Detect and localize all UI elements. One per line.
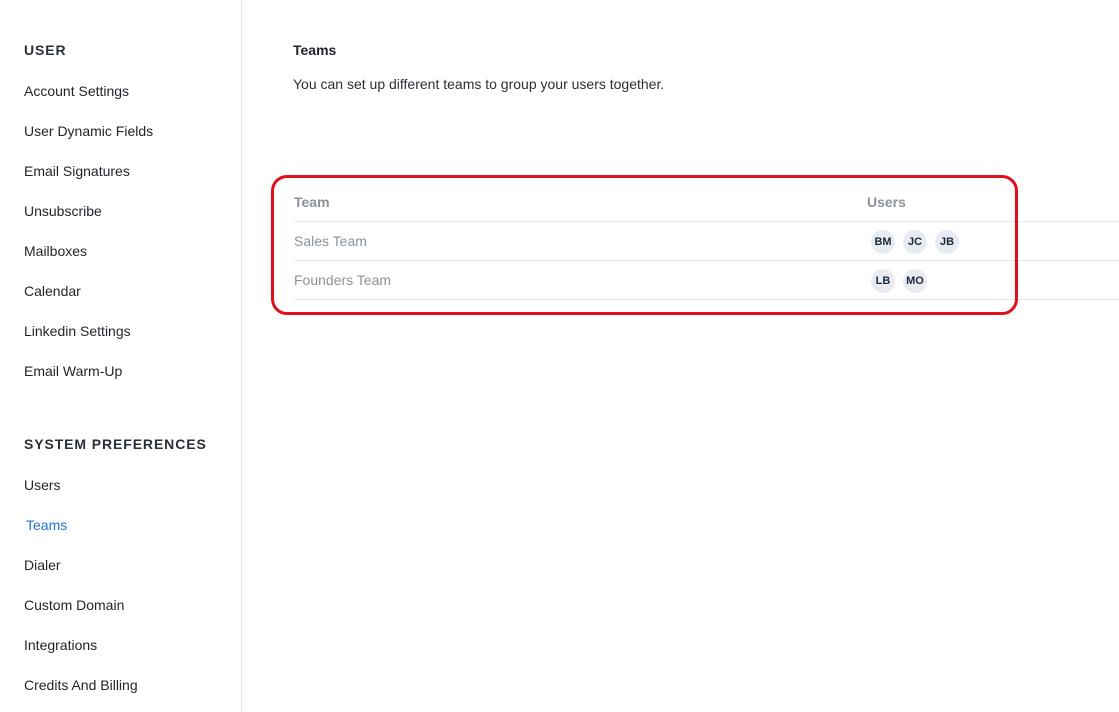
- sidebar-item-account-settings[interactable]: Account Settings: [24, 83, 129, 99]
- sidebar-item-credits-and-billing[interactable]: Credits And Billing: [24, 677, 138, 693]
- avatar[interactable]: LB: [871, 269, 895, 293]
- team-name[interactable]: Founders Team: [294, 272, 391, 288]
- sidebar-item-linkedin-settings[interactable]: Linkedin Settings: [24, 323, 131, 339]
- user-section-title: USER: [24, 42, 67, 58]
- teams-table: Team Users Sales Team BM JC JB Founders …: [294, 183, 1119, 300]
- sidebar-item-dialer[interactable]: Dialer: [24, 557, 61, 573]
- avatar[interactable]: MO: [903, 269, 927, 293]
- team-name[interactable]: Sales Team: [294, 233, 367, 249]
- table-row[interactable]: Sales Team BM JC JB: [294, 222, 1119, 261]
- table-header: Team Users: [294, 183, 1119, 222]
- sidebar-item-user-dynamic-fields[interactable]: User Dynamic Fields: [24, 123, 153, 139]
- avatar[interactable]: JC: [903, 230, 927, 254]
- team-users: BM JC JB: [871, 230, 959, 254]
- page-description: You can set up different teams to group …: [293, 76, 665, 92]
- app: USER Account Settings User Dynamic Field…: [0, 0, 1119, 712]
- sidebar-item-mailboxes[interactable]: Mailboxes: [24, 243, 87, 259]
- table-row[interactable]: Founders Team LB MO: [294, 261, 1119, 300]
- sidebar-item-users[interactable]: Users: [24, 477, 61, 493]
- column-header-users: Users: [867, 194, 906, 210]
- sidebar-item-teams[interactable]: Teams: [26, 517, 67, 533]
- system-preferences-section-title: SYSTEM PREFERENCES: [24, 436, 207, 452]
- sidebar-item-custom-domain[interactable]: Custom Domain: [24, 597, 124, 613]
- avatar[interactable]: BM: [871, 230, 895, 254]
- page-title: Teams: [293, 42, 337, 58]
- avatar[interactable]: JB: [935, 230, 959, 254]
- sidebar-item-email-signatures[interactable]: Email Signatures: [24, 163, 130, 179]
- team-users: LB MO: [871, 269, 927, 293]
- settings-sidebar: USER Account Settings User Dynamic Field…: [0, 0, 242, 712]
- sidebar-item-email-warm-up[interactable]: Email Warm-Up: [24, 363, 122, 379]
- sidebar-item-calendar[interactable]: Calendar: [24, 283, 81, 299]
- sidebar-item-integrations[interactable]: Integrations: [24, 637, 97, 653]
- main-content: Teams You can set up different teams to …: [243, 0, 1119, 712]
- column-header-team: Team: [294, 194, 330, 210]
- sidebar-item-unsubscribe[interactable]: Unsubscribe: [24, 203, 102, 219]
